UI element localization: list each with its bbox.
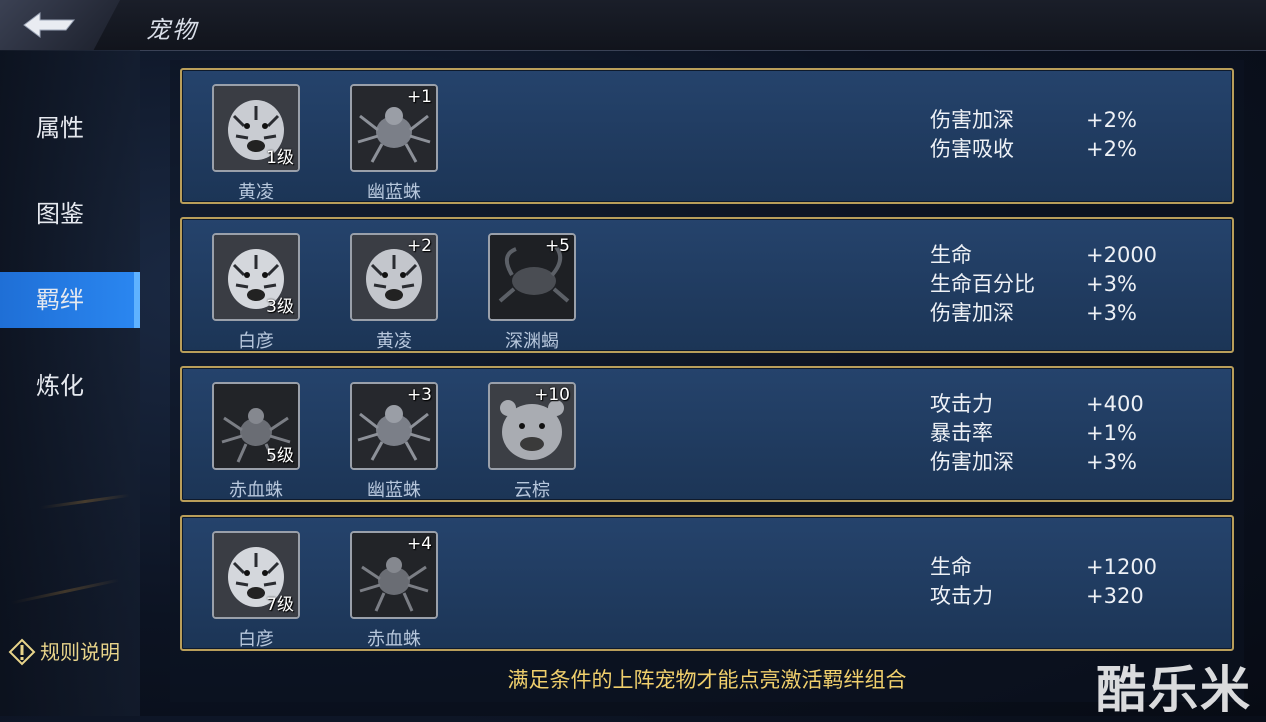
watermark-logo: 酷乐米 (1096, 661, 1252, 719)
pet-bonus-tag: +3 (406, 385, 432, 405)
bond-list: 1级 黄凌 +1 幽蓝蛛 伤害加深 +2% 伤害吸收 +2% 3级 白彦 +2 … (170, 60, 1244, 702)
bonus-row: 伤害吸收 +2% (930, 135, 1190, 164)
pet-bonus-tag: +10 (534, 385, 570, 405)
pet-name: 云棕 (514, 480, 550, 501)
bonus-value: +3% (1086, 301, 1137, 325)
pet-bonus-tag: +2 (406, 236, 432, 256)
bonus-label: 伤害加深 (930, 301, 1014, 325)
bonus-value: +3% (1086, 272, 1137, 296)
pet-portrait: +2 (350, 233, 438, 321)
pet-portrait: +10 (488, 382, 576, 470)
bonus-label: 生命 (930, 243, 972, 267)
bonus-value: +320 (1086, 584, 1144, 608)
back-arrow-icon (23, 12, 76, 38)
pet-name: 幽蓝蛛 (367, 182, 421, 203)
bonus-label: 攻击力 (930, 584, 993, 608)
pet-portrait: +5 (488, 233, 576, 321)
bonus-value: +1% (1086, 421, 1137, 445)
pet-slot[interactable]: +5 深渊蝎 (488, 233, 576, 353)
bonus-value: +400 (1086, 392, 1144, 416)
pet-portrait: 3级 (212, 233, 300, 321)
pet-slot[interactable]: +10 云棕 (488, 382, 576, 502)
bonus-row: 生命 +2000 (930, 241, 1190, 270)
bonus-label: 生命 (930, 555, 972, 579)
pet-level: 1级 (266, 148, 294, 168)
pet-bonus-tag: +4 (406, 534, 432, 554)
pet-bonus-tag: +1 (406, 87, 432, 107)
pet-slot[interactable]: +4 赤血蛛 (350, 531, 438, 651)
sidebar-item-bonds[interactable]: 羁绊 (0, 272, 140, 328)
top-bar: 宠物 (0, 0, 1266, 51)
bonus-label: 暴击率 (930, 421, 993, 445)
pet-level: 7级 (266, 595, 294, 615)
bonus-list: 攻击力 +400 暴击率 +1% 伤害加深 +3% (930, 390, 1190, 477)
warning-icon (8, 638, 36, 666)
rules-button[interactable]: 规则说明 (8, 636, 120, 668)
page-title: 宠物 (146, 16, 198, 44)
rules-label: 规则说明 (40, 640, 120, 664)
sidebar-item-codex[interactable]: 图鉴 (0, 186, 140, 242)
bonus-value: +2% (1086, 137, 1137, 161)
bonus-value: +1200 (1086, 555, 1158, 579)
bonus-label: 生命百分比 (930, 272, 1035, 296)
pet-slot[interactable]: +1 幽蓝蛛 (350, 84, 438, 204)
back-button[interactable] (0, 0, 120, 50)
pet-level: 5级 (266, 446, 294, 466)
bonus-label: 伤害加深 (930, 108, 1014, 132)
bonus-row: 暴击率 +1% (930, 419, 1190, 448)
pet-name: 赤血蛛 (367, 629, 421, 650)
pet-slot[interactable]: +3 幽蓝蛛 (350, 382, 438, 502)
bonus-row: 伤害加深 +3% (930, 299, 1190, 328)
pet-name: 白彦 (238, 629, 274, 650)
pet-portrait: 7级 (212, 531, 300, 619)
pet-portrait: +4 (350, 531, 438, 619)
bonus-label: 伤害加深 (930, 450, 1014, 474)
bond-card: 3级 白彦 +2 黄凌 +5 深渊蝎 生命 +2000 生命百分比 +3% 伤害… (180, 217, 1234, 353)
bonus-value: +2000 (1086, 243, 1158, 267)
pet-name: 深渊蝎 (505, 331, 559, 352)
pet-slot[interactable]: 3级 白彦 (212, 233, 300, 353)
pet-name: 赤血蛛 (229, 480, 283, 501)
pet-slot[interactable]: 7级 白彦 (212, 531, 300, 651)
pet-name: 黄凌 (376, 331, 412, 352)
bonus-row: 伤害加深 +2% (930, 106, 1190, 135)
pet-bonus-tag: +5 (544, 236, 570, 256)
pet-name: 幽蓝蛛 (367, 480, 421, 501)
bond-card: 1级 黄凌 +1 幽蓝蛛 伤害加深 +2% 伤害吸收 +2% (180, 68, 1234, 204)
pet-portrait: 5级 (212, 382, 300, 470)
pet-name: 白彦 (238, 331, 274, 352)
pet-slot[interactable]: 1级 黄凌 (212, 84, 300, 204)
pet-portrait: +3 (350, 382, 438, 470)
bonus-value: +2% (1086, 108, 1137, 132)
bonus-label: 伤害吸收 (930, 137, 1014, 161)
sidebar: 属性 图鉴 羁绊 炼化 (0, 50, 140, 716)
bonus-row: 生命 +1200 (930, 553, 1190, 582)
sidebar-item-refine[interactable]: 炼化 (0, 358, 140, 414)
bonus-row: 生命百分比 +3% (930, 270, 1190, 299)
activation-tip: 满足条件的上阵宠物才能点亮激活羁绊组合 (507, 668, 907, 692)
bonus-row: 攻击力 +320 (930, 582, 1190, 611)
bond-card: 5级 赤血蛛 +3 幽蓝蛛 +10 云棕 攻击力 +400 暴击率 +1% 伤害… (180, 366, 1234, 502)
bonus-row: 伤害加深 +3% (930, 448, 1190, 477)
bonus-list: 伤害加深 +2% 伤害吸收 +2% (930, 106, 1190, 164)
bond-card: 7级 白彦 +4 赤血蛛 生命 +1200 攻击力 +320 (180, 515, 1234, 651)
pet-portrait: +1 (350, 84, 438, 172)
bonus-value: +3% (1086, 450, 1137, 474)
sidebar-item-attributes[interactable]: 属性 (0, 100, 140, 156)
bonus-list: 生命 +2000 生命百分比 +3% 伤害加深 +3% (930, 241, 1190, 328)
bonus-list: 生命 +1200 攻击力 +320 (930, 553, 1190, 611)
pet-portrait: 1级 (212, 84, 300, 172)
pet-slot[interactable]: +2 黄凌 (350, 233, 438, 353)
bonus-label: 攻击力 (930, 392, 993, 416)
bonus-row: 攻击力 +400 (930, 390, 1190, 419)
pet-name: 黄凌 (238, 182, 274, 203)
pet-slot[interactable]: 5级 赤血蛛 (212, 382, 300, 502)
pet-level: 3级 (266, 297, 294, 317)
